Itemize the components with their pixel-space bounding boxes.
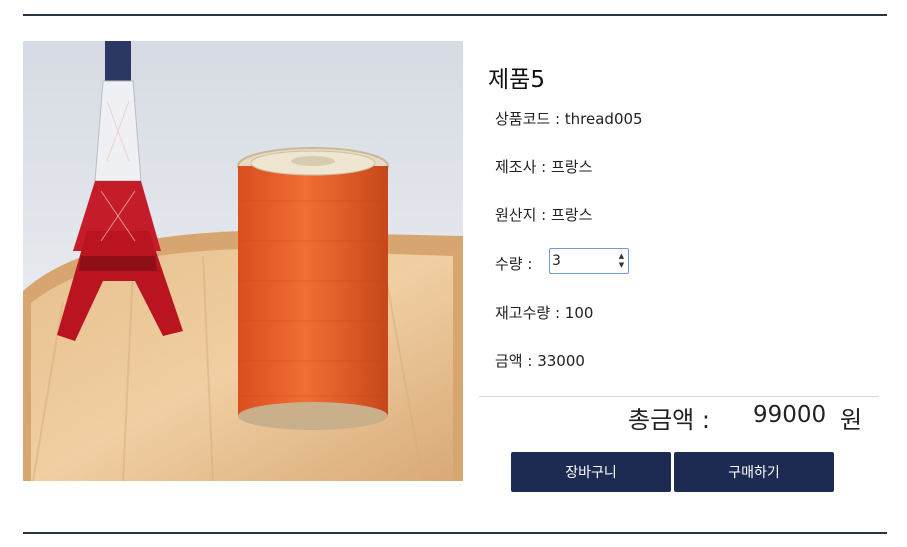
stock-count: 재고수량 : 100 [495, 304, 594, 322]
quantity-label: 수량 : [495, 255, 533, 273]
product-name: 제품5 [488, 67, 545, 93]
product-image [23, 41, 463, 481]
quantity-value: 3 [552, 253, 561, 269]
product-maker: 제조사 : 프랑스 [495, 158, 593, 176]
total-currency: 원 [840, 406, 863, 434]
product-origin: 원산지 : 프랑스 [495, 206, 593, 224]
top-divider [23, 14, 887, 16]
buy-now-button[interactable]: 구매하기 [674, 452, 834, 492]
total-label: 총금액 : [628, 406, 710, 434]
total-amount: 99000 [753, 402, 827, 428]
quantity-stepper[interactable]: 3 ▲ ▼ [549, 248, 629, 274]
bottom-divider [23, 532, 887, 534]
unit-price: 금액 : 33000 [495, 352, 585, 370]
stepper-arrows-icon[interactable]: ▲ ▼ [617, 252, 626, 270]
product-code: 상품코드 : thread005 [495, 110, 643, 128]
add-to-cart-button[interactable]: 장바구니 [511, 452, 671, 492]
total-divider [479, 396, 879, 397]
